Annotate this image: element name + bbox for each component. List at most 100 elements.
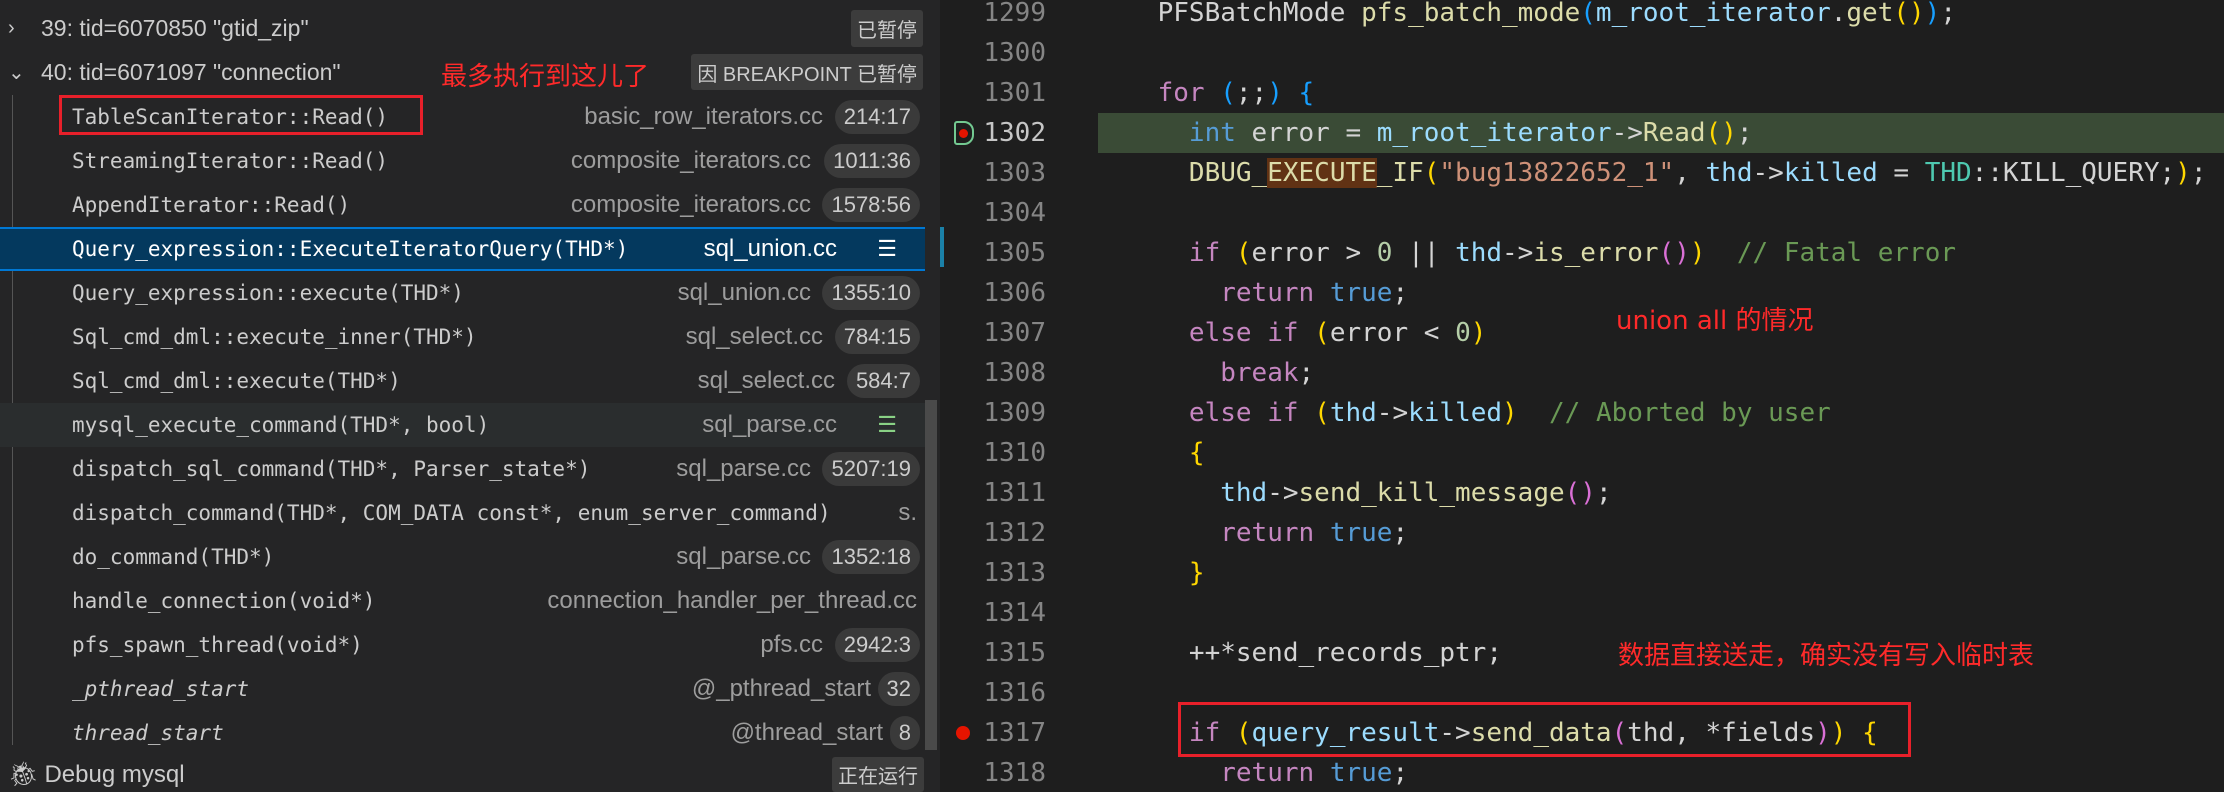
stack-frame[interactable]: do_command(THD*) sql_parse.cc 1352:18: [0, 535, 925, 579]
code-line[interactable]: 1313 }: [940, 553, 2224, 593]
code-token: ;: [1298, 358, 1315, 388]
code-token: for: [1157, 78, 1205, 108]
code-token: is_error: [1533, 238, 1659, 268]
annotation-max-reached: 最多执行到这儿了: [441, 62, 650, 92]
scrollbar[interactable]: [925, 400, 937, 750]
stack-frame[interactable]: StreamingIterator::Read() composite_itera…: [0, 139, 925, 183]
stack-frame[interactable]: Query_expression::ExecuteIteratorQuery(T…: [0, 227, 925, 271]
line-number: 1299: [983, 0, 1046, 28]
code-token: m_root_iterator: [1595, 0, 1831, 28]
frame-file: sql_parse.cc: [676, 543, 811, 570]
code-text: else if (error < 0): [1095, 313, 1486, 353]
code-token: return: [1220, 518, 1315, 548]
frame-function: Query_expression::ExecuteIteratorQuery(T…: [72, 237, 629, 261]
code-token: thd: [1705, 158, 1753, 188]
code-line[interactable]: 1304: [940, 193, 2224, 233]
chevron-right-icon[interactable]: ›: [8, 17, 15, 40]
code-line[interactable]: 1302 int error = m_root_iterator->Read()…: [940, 113, 2224, 153]
frame-line-badge: 214:17: [834, 100, 920, 134]
code-token: thd: [1455, 238, 1503, 268]
frame-file: sql_parse.cc: [676, 455, 811, 482]
restart-frame-icon[interactable]: ☰: [877, 413, 897, 438]
code-line[interactable]: 1307 else if (error < 0): [940, 313, 2224, 353]
frame-function: pfs_spawn_thread(void*): [72, 633, 363, 657]
frame-line-badge: 584:7: [846, 364, 920, 398]
chevron-down-icon[interactable]: ⌄: [8, 60, 25, 85]
code-token: Read: [1642, 118, 1706, 148]
code-token: ||: [1392, 238, 1456, 268]
code-line[interactable]: 1303 DBUG_EXECUTE_IF("bug13822652_1", th…: [940, 153, 2224, 193]
highlight-box-send-data: [1178, 702, 1911, 757]
code-token: error <: [1329, 318, 1456, 348]
annotation-direct-send: 数据直接送走，确实没有写入临时表: [1618, 641, 2035, 671]
frame-function: thread_start: [72, 721, 224, 745]
stack-frame[interactable]: _pthread_start @_pthread_start 32: [0, 667, 925, 711]
code-token: DBUG_: [1188, 158, 1268, 188]
line-number: 1308: [983, 358, 1046, 388]
stack-frame[interactable]: Query_expression::execute(THD*) sql_union…: [0, 271, 925, 315]
frame-file: composite_iterators.cc: [570, 147, 811, 174]
frame-file: s.: [898, 499, 917, 526]
code-token: (: [1220, 78, 1236, 108]
code-token: 0: [1455, 318, 1471, 348]
code-line[interactable]: 1312 return true;: [940, 513, 2224, 553]
code-text: DBUG_EXECUTE_IF("bug13822652_1", thd->ki…: [1095, 153, 2206, 193]
code-token: if: [1267, 318, 1299, 348]
code-line[interactable]: 1310 {: [940, 433, 2224, 473]
code-token: 0: [1376, 238, 1393, 268]
code-line[interactable]: 1309 else if (thd->killed) // Aborted by…: [940, 393, 2224, 433]
code-token: (: [1314, 318, 1330, 348]
thread-label: 39: tid=6070850 "gtid_zip": [41, 14, 309, 41]
bug-icon: 🐞︎: [8, 761, 39, 788]
code-line[interactable]: 1311 thd->send_kill_message();: [940, 473, 2224, 513]
stack-frame[interactable]: thread_start @thread_start 8: [0, 711, 925, 755]
restart-frame-icon[interactable]: ☰: [877, 237, 897, 262]
code-line[interactable]: 1314: [940, 593, 2224, 633]
frame-file: connection_handler_per_thread.cc: [547, 587, 917, 614]
stack-frame[interactable]: AppendIterator::Read() composite_iterator…: [0, 183, 925, 227]
thread-status: 因 BREAKPOINT 已暂停: [691, 54, 923, 90]
code-line[interactable]: 1299 PFSBatchMode pfs_batch_mode(m_root_…: [940, 0, 2224, 33]
code-token: thd: [1220, 478, 1268, 508]
debug-session[interactable]: 🐞︎ Debug mysql 正在运行: [0, 757, 940, 792]
code-token: PFSBatchMode: [1095, 0, 1362, 28]
code-line[interactable]: 1308 break;: [940, 353, 2224, 393]
stack-frame[interactable]: mysql_execute_command(THD*, bool) sql_par…: [0, 403, 925, 447]
code-token: ): [1470, 318, 1487, 348]
code-line[interactable]: 1318 return true;: [940, 753, 2224, 792]
code-line[interactable]: 1300: [940, 33, 2224, 73]
thread-39[interactable]: › 39: tid=6070850 "gtid_zip" 已暂停: [0, 6, 925, 50]
highlight-box-frame: [59, 95, 423, 135]
stack-frame[interactable]: handle_connection(void*) connection_handl…: [0, 579, 925, 623]
stack-frame[interactable]: pfs_spawn_thread(void*) pfs.cc 2942:3: [0, 623, 925, 667]
stack-frame[interactable]: Sql_cmd_dml::execute(THD*) sql_select.cc 5…: [0, 359, 925, 403]
code-token: true: [1329, 278, 1393, 308]
stack-frame[interactable]: dispatch_command(THD*, COM_DATA const*, …: [0, 491, 925, 535]
code-text: return true;: [1095, 273, 1408, 313]
code-token: if: [1267, 398, 1299, 428]
code-line[interactable]: 1305 if (error > 0 || thd->is_error()) /…: [940, 233, 2224, 273]
code-line[interactable]: 1301 for (;;) {: [940, 73, 2224, 113]
stack-frame[interactable]: Sql_cmd_dml::execute_inner(THD*) sql_sele…: [0, 315, 925, 359]
code-token: ): [2175, 158, 2191, 188]
line-number: 1306: [983, 278, 1046, 308]
code-editor[interactable]: 1299 PFSBatchMode pfs_batch_mode(m_root_…: [940, 0, 2224, 792]
code-text: int error = m_root_iterator->Read();: [1095, 113, 1753, 153]
code-line[interactable]: 1306 return true;: [940, 273, 2224, 313]
code-token: _IF: [1376, 158, 1424, 188]
code-text: PFSBatchMode pfs_batch_mode(m_root_itera…: [1095, 0, 1956, 33]
code-token: (: [1658, 238, 1675, 268]
frame-file: pfs.cc: [760, 631, 823, 658]
frame-function: AppendIterator::Read(): [72, 193, 351, 217]
stack-frame[interactable]: dispatch_sql_command(THD*, Parser_state*…: [0, 447, 925, 491]
